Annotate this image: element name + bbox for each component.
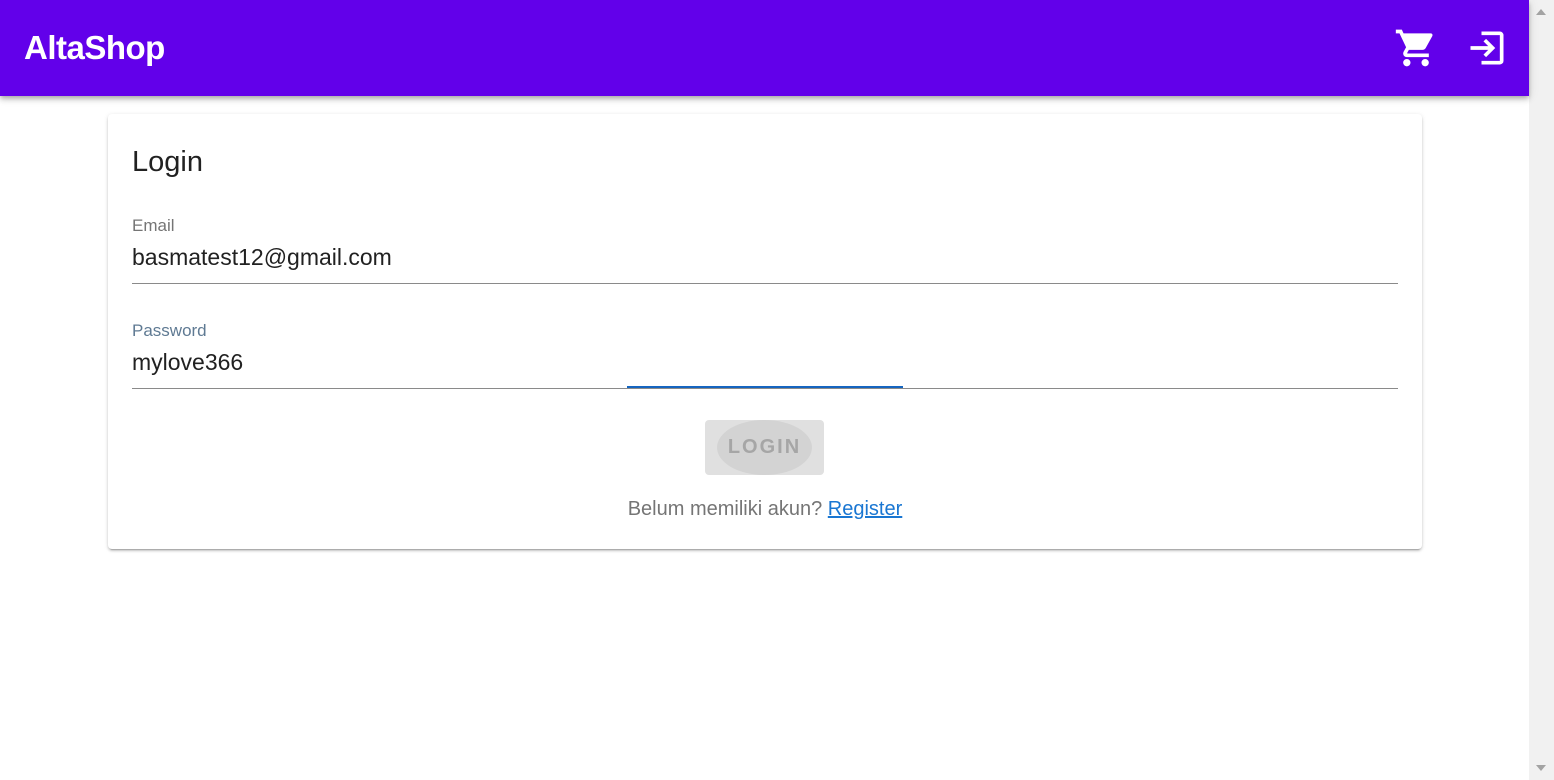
email-underline	[132, 283, 1398, 284]
password-input[interactable]	[132, 345, 1398, 379]
password-label: Password	[132, 321, 207, 340]
login-icon	[1470, 31, 1504, 65]
login-card: Login Email Password LOGIN Belum memilik…	[108, 114, 1422, 549]
password-focus-underline	[627, 386, 903, 388]
register-link[interactable]: Register	[828, 498, 902, 520]
scroll-up-arrow-icon[interactable]	[1536, 9, 1546, 15]
vertical-scrollbar[interactable]	[1529, 0, 1554, 780]
cart-icon	[1395, 29, 1433, 67]
app-bar: AltaShop	[0, 0, 1529, 96]
scroll-down-arrow-icon[interactable]	[1536, 765, 1546, 771]
login-button-label: LOGIN	[727, 436, 802, 458]
login-button[interactable]: LOGIN	[705, 420, 824, 475]
email-field[interactable]: Email	[132, 214, 1398, 284]
app-title[interactable]: AltaShop	[24, 29, 165, 67]
login-nav-button[interactable]	[1463, 24, 1511, 72]
register-prompt-text: Belum memiliki akun?	[627, 498, 823, 520]
card-title: Login	[132, 146, 203, 178]
email-label: Email	[132, 216, 175, 235]
register-prompt: Belum memiliki akun? Register	[108, 496, 1422, 522]
password-field[interactable]: Password	[132, 319, 1398, 389]
page: AltaShop Login Email Password LOG	[0, 0, 1529, 780]
email-input[interactable]	[132, 240, 1398, 274]
password-underline	[132, 388, 1398, 389]
cart-button[interactable]	[1392, 24, 1440, 72]
